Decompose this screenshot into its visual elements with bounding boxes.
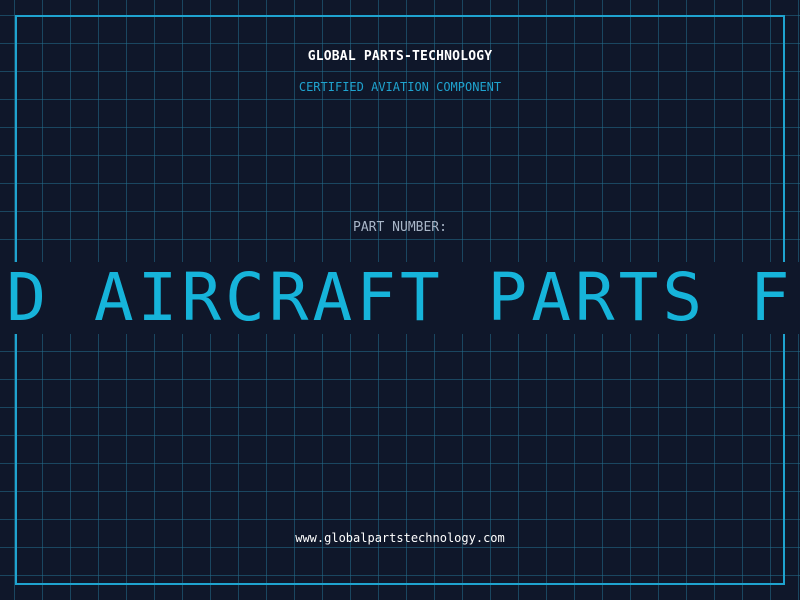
part-number-marquee: D AIRCRAFT PARTS F: [0, 262, 800, 334]
part-number-text: D AIRCRAFT PARTS F: [6, 262, 794, 334]
tagline: CERTIFIED AVIATION COMPONENT: [298, 80, 502, 94]
company-name: GLOBAL PARTS-TECHNOLOGY: [307, 49, 493, 64]
part-number-label: PART NUMBER:: [353, 220, 447, 235]
website-url: www.globalpartstechnology.com: [295, 531, 505, 545]
